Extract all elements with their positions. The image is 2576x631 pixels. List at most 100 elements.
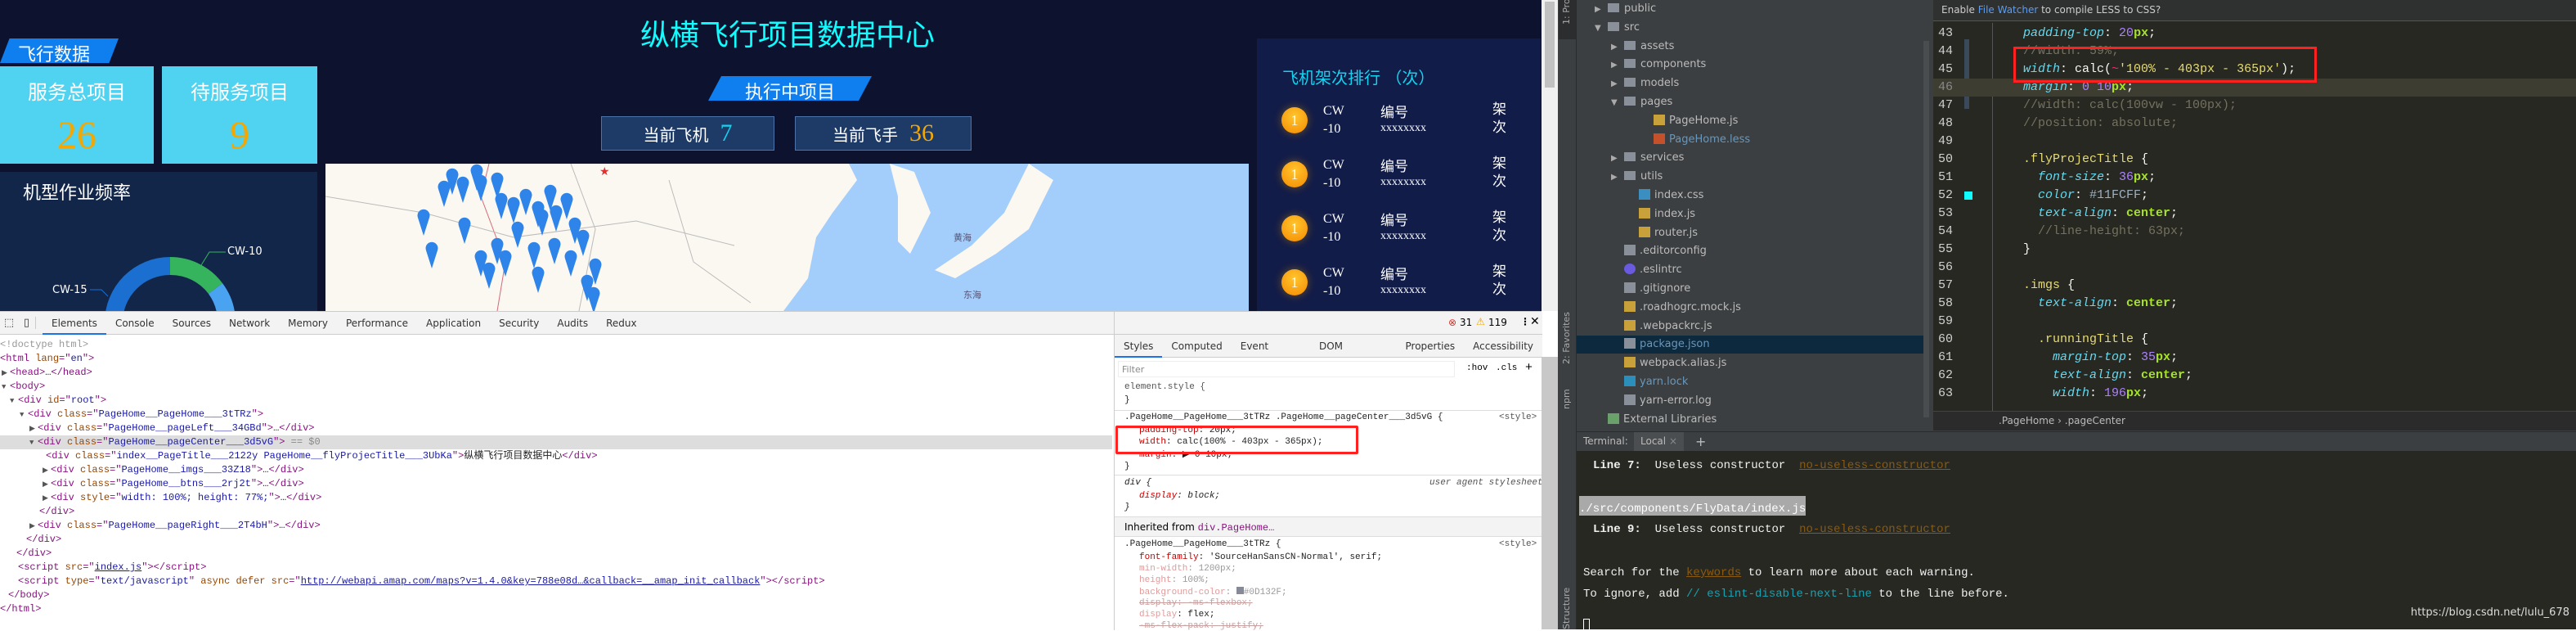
map-pin-icon[interactable] — [456, 176, 469, 203]
total-projects-card[interactable]: 服务总项目 26 — [0, 66, 154, 164]
dom-link[interactable]: index.js — [95, 561, 142, 573]
map-pin-icon[interactable] — [438, 180, 451, 207]
tree-arrow-icon[interactable]: ▼ — [1595, 20, 1608, 38]
css-property-value[interactable]: 1200px; — [1199, 564, 1236, 574]
close-icon[interactable]: ✕ — [1530, 315, 1540, 328]
code-line[interactable]: 51 font-size: 36px; — [1933, 169, 2576, 187]
tree-arrow-icon[interactable]: ▶ — [1611, 56, 1624, 74]
dom-link[interactable]: http://webapi.amap.com/maps?v=1.4.0&key=… — [301, 575, 761, 587]
keywords-link[interactable]: keywords — [1686, 566, 1741, 579]
map-pin-icon[interactable] — [482, 262, 496, 289]
code-line[interactable]: 63 width: 196px; — [1933, 385, 2576, 403]
rule-selector[interactable]: .PageHome__PageHome___3tTRz { — [1124, 539, 1281, 549]
expand-arrow-icon[interactable]: ▶ — [43, 464, 51, 478]
tree-arrow-icon[interactable]: ▶ — [1611, 38, 1624, 56]
hov-button[interactable]: :hov — [1466, 363, 1488, 373]
tree-arrow-icon[interactable]: ▶ — [1611, 169, 1624, 187]
tree-item[interactable]: ▶ utils — [1577, 168, 1923, 186]
dom-node-line[interactable]: ▶ <head>…</head> — [0, 366, 1112, 380]
tree-item[interactable]: ▼ pages — [1577, 93, 1923, 111]
breadcrumb-item[interactable]: .PageHome — [1999, 415, 2054, 426]
project-tool-tab[interactable]: 1: Project — [1561, 0, 1572, 25]
map-pin-icon[interactable] — [425, 241, 438, 268]
collapse-arrow-icon[interactable]: ▼ — [20, 408, 28, 422]
tab-elements[interactable]: Elements — [43, 312, 106, 335]
map-pin-icon[interactable] — [417, 209, 430, 236]
tree-item[interactable]: .editorconfig — [1577, 242, 1923, 260]
tree-item[interactable]: .eslintrc — [1577, 261, 1923, 279]
dom-node-line[interactable]: ▶ <div class="PageHome__btns___2rj2t">…</… — [0, 477, 1112, 491]
donut-slice-cw10[interactable] — [170, 257, 222, 294]
styles-tab-event-listeners[interactable]: Event Listeners — [1232, 335, 1310, 375]
code-line[interactable]: 52 color: #11FCFF; — [1933, 187, 2576, 205]
tab-performance[interactable]: Performance — [337, 312, 417, 335]
error-count[interactable]: 31 — [1460, 317, 1472, 328]
terminal-output[interactable]: Line 7: Useless constructor no-useless-c… — [1577, 451, 2576, 629]
css-property-name[interactable]: display — [1139, 610, 1177, 620]
terminal-tab-local[interactable]: Local × — [1634, 432, 1684, 452]
tab-application[interactable]: Application — [417, 312, 490, 335]
expand-arrow-icon[interactable]: ▶ — [2, 367, 10, 381]
css-property-name[interactable]: min-width — [1139, 564, 1187, 574]
code-line[interactable]: 55} — [1933, 241, 2576, 259]
tree-scrollbar[interactable] — [1923, 41, 1929, 417]
css-property-name[interactable]: font-family — [1139, 552, 1199, 562]
ranking-row[interactable]: 1 CW-10 编号 xxxxxxxx 架次 — [1257, 96, 1541, 145]
tree-item[interactable]: index.js — [1577, 205, 1923, 223]
inspect-icon[interactable]: ⬚ — [0, 317, 18, 329]
file-path[interactable]: ./src/components/FlyData/index.js — [1579, 496, 1806, 516]
map-pin-icon[interactable] — [532, 266, 545, 293]
css-property-value[interactable]: 'SourceHanSansCN-Normal', serif; — [1209, 552, 1382, 562]
ranking-row[interactable]: 1 CW-10 编号 xxxxxxxx 架次 — [1257, 258, 1541, 307]
map-pin-icon[interactable] — [507, 196, 520, 223]
dom-node-line[interactable]: ▶ <div class="PageHome__pageRight___2T4bH… — [0, 519, 1112, 533]
dom-node-line[interactable]: <!doctype html> — [0, 338, 1112, 352]
tab-audits[interactable]: Audits — [548, 312, 597, 335]
code-line[interactable]: 54 //line-height: 63px; — [1933, 223, 2576, 241]
code-line[interactable]: 49 — [1933, 133, 2576, 151]
tree-item[interactable]: ▶ services — [1577, 149, 1923, 167]
tab-sources[interactable]: Sources — [164, 312, 220, 335]
styles-scrollbar[interactable] — [1542, 357, 1558, 629]
element-style-rule[interactable]: element.style { — [1124, 382, 1205, 392]
npm-tool-tab[interactable]: npm — [1561, 389, 1572, 409]
css-property-name[interactable]: -ms-flex-pack — [1139, 621, 1209, 631]
tree-item[interactable]: PageHome.js — [1577, 112, 1923, 130]
rule-link[interactable]: no-useless-constructor — [1799, 459, 1950, 472]
tree-item[interactable]: External Libraries — [1577, 411, 1923, 429]
tree-item[interactable]: yarn.lock — [1577, 373, 1923, 391]
css-property-value[interactable]: flex; — [1187, 610, 1214, 620]
dom-node-line[interactable]: ▶ <div class="PageHome__imgs___33Z18">…</… — [0, 463, 1112, 477]
css-property-value[interactable]: justify; — [1220, 621, 1263, 631]
dom-node-line[interactable]: ▼ <div class="PageHome__PageHome___3tTRz"… — [0, 408, 1112, 421]
rule-source[interactable]: <style> — [1499, 539, 1537, 549]
code-line[interactable]: 60 .runningTitle { — [1933, 331, 2576, 349]
dom-node-line[interactable]: </div> — [0, 547, 1112, 561]
dom-node-line[interactable]: <div class="index__PageTitle___2122y Pag… — [0, 449, 1112, 463]
expand-arrow-icon[interactable]: ▶ — [43, 492, 51, 506]
tree-item[interactable]: ▶ components — [1577, 56, 1923, 74]
tree-arrow-icon[interactable]: ▼ — [1611, 94, 1624, 112]
expand-arrow-icon[interactable]: ▶ — [43, 478, 51, 492]
device-toolbar-icon[interactable]: ▯ — [18, 317, 36, 329]
tree-item[interactable]: .webpackrc.js — [1577, 318, 1923, 336]
warning-count[interactable]: 119 — [1488, 317, 1507, 328]
styles-tab-styles[interactable]: Styles — [1115, 335, 1163, 358]
dom-node-line[interactable]: </div> — [0, 505, 1112, 519]
tree-item[interactable]: ▼ src — [1577, 19, 1923, 37]
ranking-row[interactable]: 1 CW-10 编号 xxxxxxxx 架次 — [1257, 204, 1541, 253]
tree-item[interactable]: ▶ public — [1577, 0, 1923, 18]
map-pin-icon[interactable] — [564, 250, 577, 277]
css-property-name[interactable]: display — [1139, 598, 1177, 608]
breadcrumb-item[interactable]: .pageCenter — [2065, 415, 2125, 426]
map-pin-icon[interactable] — [519, 188, 532, 215]
map-pin-icon[interactable] — [550, 205, 563, 232]
dom-node-line[interactable]: <script type="text/javascript" async def… — [0, 575, 1112, 588]
dom-node-line[interactable]: ▼ <body> — [0, 380, 1112, 394]
expand-arrow-icon[interactable]: ▶ — [29, 422, 38, 436]
dom-node-line[interactable]: <script src="index.js"></script> — [0, 561, 1112, 575]
cls-button[interactable]: .cls — [1496, 363, 1517, 373]
map[interactable]: ★ 黄海 东海 — [325, 164, 1249, 311]
warning-icon[interactable]: ⚠ — [1476, 316, 1485, 327]
tree-item[interactable]: webpack.alias.js — [1577, 354, 1923, 372]
